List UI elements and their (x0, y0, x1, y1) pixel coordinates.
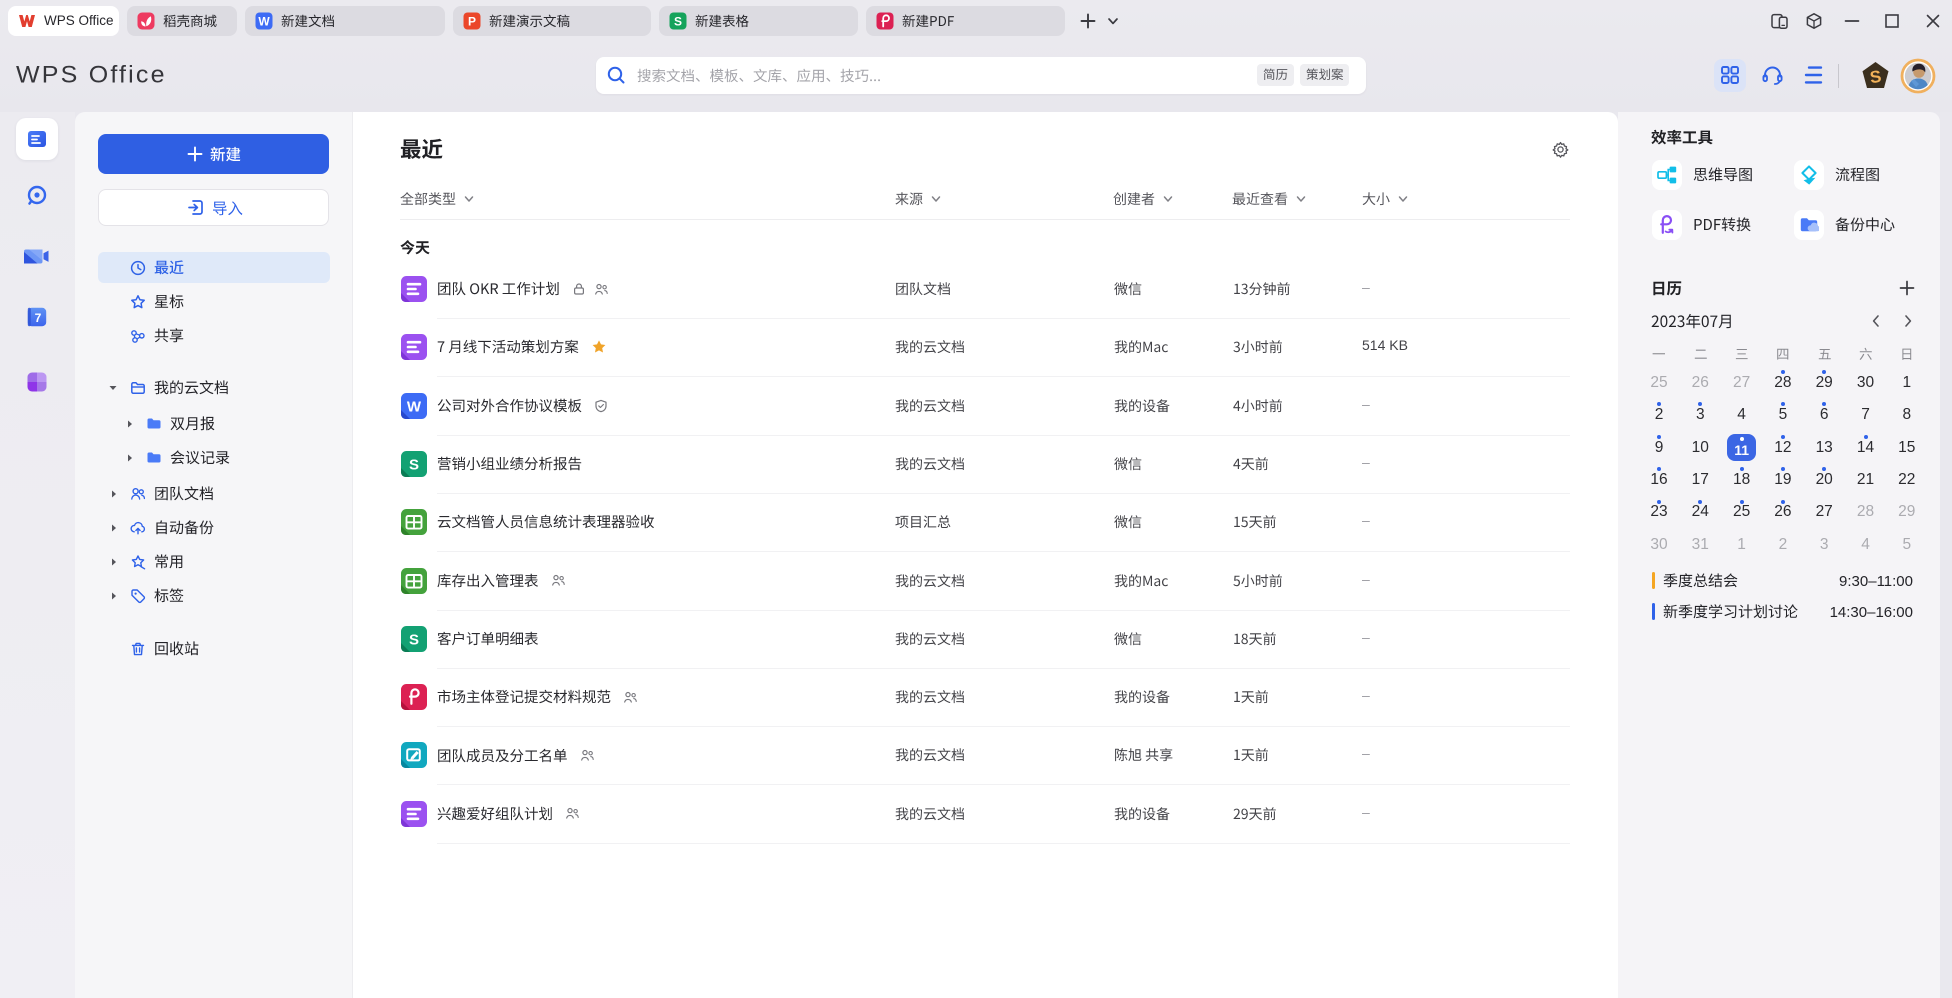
svg-text:7: 7 (35, 311, 42, 325)
svg-text:S: S (674, 15, 682, 29)
svg-text:P: P (468, 15, 476, 29)
svg-text:W: W (407, 398, 422, 415)
svg-text:W: W (258, 15, 270, 29)
svg-text:S: S (409, 456, 419, 473)
svg-text:S: S (409, 631, 419, 648)
